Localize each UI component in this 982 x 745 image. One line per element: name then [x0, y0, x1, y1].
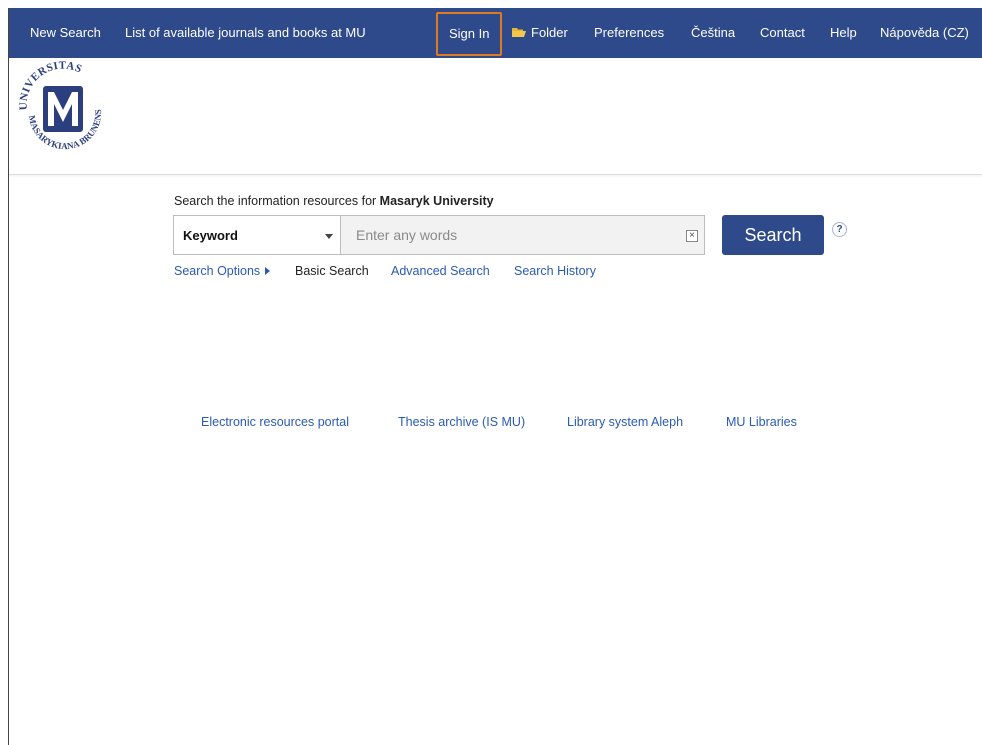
- caret-right-icon: [265, 267, 271, 275]
- thesis-archive-link[interactable]: Thesis archive (IS MU): [398, 415, 525, 429]
- search-field-select[interactable]: Keyword: [173, 215, 341, 255]
- clear-icon[interactable]: ×: [686, 230, 698, 242]
- search-input[interactable]: [341, 216, 671, 254]
- nav-language[interactable]: Čeština: [691, 8, 735, 58]
- eresources-portal-link[interactable]: Electronic resources portal: [201, 415, 349, 429]
- search-box: ×: [340, 215, 705, 255]
- search-options-label: Search Options: [174, 264, 261, 278]
- search-history-link[interactable]: Search History: [514, 264, 596, 282]
- nav-help[interactable]: Help: [830, 8, 857, 58]
- basic-search-label: Basic Search: [295, 264, 369, 278]
- nav-sign-in[interactable]: Sign In: [436, 12, 503, 56]
- search-intro-institution: Masaryk University: [379, 194, 494, 208]
- search-button[interactable]: Search: [722, 215, 824, 255]
- nav-preferences[interactable]: Preferences: [594, 8, 664, 58]
- nav-folder[interactable]: Folder: [512, 8, 568, 58]
- library-system-aleph-link[interactable]: Library system Aleph: [567, 415, 683, 429]
- university-seal-logo[interactable]: UNIVERSITAS MASARYKIANA BRUNENSIS: [12, 52, 110, 155]
- mu-libraries-link[interactable]: MU Libraries: [726, 415, 797, 429]
- nav-journals-list[interactable]: List of available journals and books at …: [125, 8, 366, 58]
- nav-new-search[interactable]: New Search: [30, 8, 101, 58]
- search-options-link[interactable]: Search Options: [174, 264, 271, 282]
- nav-folder-label: Folder: [531, 25, 568, 40]
- search-intro-text: Search the information resources for: [174, 194, 380, 208]
- folder-icon: [512, 9, 526, 59]
- top-navigation-bar: New Search List of available journals an…: [9, 8, 982, 58]
- nav-contact[interactable]: Contact: [760, 8, 805, 58]
- browser-frame: New Search List of available journals an…: [8, 8, 982, 745]
- chevron-down-icon: [325, 234, 333, 239]
- search-intro: Search the information resources for Mas…: [174, 194, 494, 208]
- search-field-value: Keyword: [183, 228, 238, 243]
- help-icon[interactable]: ?: [832, 222, 847, 237]
- logo-band: UNIVERSITAS MASARYKIANA BRUNENSIS: [9, 52, 982, 175]
- nav-help-cz[interactable]: Nápověda (CZ): [880, 8, 969, 58]
- advanced-search-link[interactable]: Advanced Search: [391, 264, 490, 282]
